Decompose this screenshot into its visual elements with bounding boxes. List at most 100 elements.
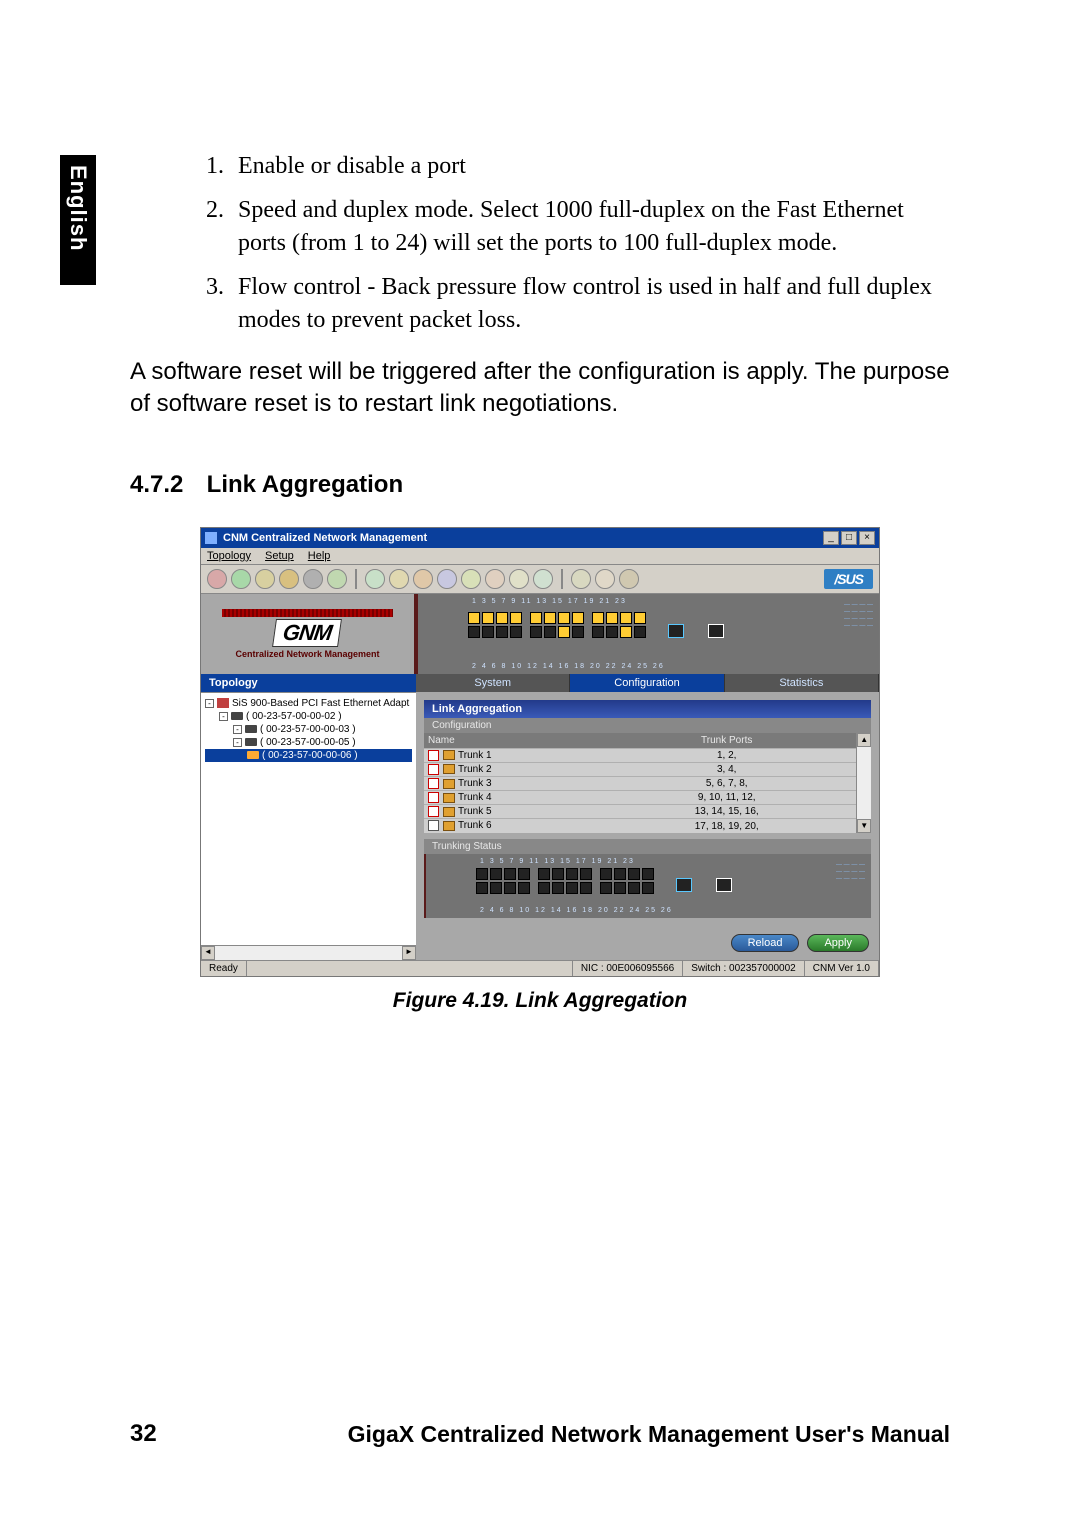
port-icon[interactable] bbox=[468, 612, 480, 624]
port-icon[interactable] bbox=[544, 612, 556, 624]
port-icon[interactable] bbox=[606, 626, 618, 638]
port-icon[interactable] bbox=[510, 626, 522, 638]
port-icon[interactable] bbox=[572, 626, 584, 638]
port-icon[interactable] bbox=[600, 868, 612, 880]
port-icon[interactable] bbox=[544, 626, 556, 638]
port-icon[interactable] bbox=[468, 626, 480, 638]
port-icon[interactable] bbox=[476, 868, 488, 880]
menu-help[interactable]: Help bbox=[308, 550, 331, 562]
toolbar-icon[interactable] bbox=[437, 569, 457, 589]
port-icon[interactable] bbox=[580, 868, 592, 880]
tab-system[interactable]: System bbox=[416, 674, 570, 692]
port-icon[interactable] bbox=[504, 868, 516, 880]
horizontal-scrollbar[interactable]: ◄ ► bbox=[201, 945, 416, 960]
port-icon[interactable] bbox=[538, 868, 550, 880]
port-icon[interactable] bbox=[518, 882, 530, 894]
port-icon[interactable] bbox=[592, 612, 604, 624]
checkbox-icon[interactable] bbox=[428, 820, 439, 831]
port-icon[interactable] bbox=[558, 626, 570, 638]
port-icon[interactable] bbox=[620, 612, 632, 624]
tab-configuration[interactable]: Configuration bbox=[570, 674, 724, 692]
port-icon[interactable] bbox=[600, 882, 612, 894]
tree-root[interactable]: -SiS 900-Based PCI Fast Ethernet Adapt bbox=[205, 697, 412, 710]
port-icon[interactable] bbox=[482, 626, 494, 638]
vertical-scrollbar[interactable]: ▲ ▼ bbox=[856, 733, 871, 833]
port-icon[interactable] bbox=[482, 612, 494, 624]
port-icon[interactable] bbox=[614, 868, 626, 880]
port-icon[interactable] bbox=[628, 882, 640, 894]
checkbox-icon[interactable] bbox=[428, 792, 439, 803]
tree-node[interactable]: -( 00-23-57-00-00-03 ) bbox=[205, 723, 412, 736]
scroll-left-icon[interactable]: ◄ bbox=[201, 946, 215, 960]
titlebar[interactable]: CNM Centralized Network Management _ □ × bbox=[201, 528, 879, 548]
port-icon[interactable] bbox=[634, 612, 646, 624]
port-icon[interactable] bbox=[558, 612, 570, 624]
toolbar-icon[interactable] bbox=[303, 569, 323, 589]
toolbar-icon[interactable] bbox=[279, 569, 299, 589]
toolbar-icon[interactable] bbox=[231, 569, 251, 589]
table-row[interactable]: Trunk 617, 18, 19, 20, bbox=[424, 819, 856, 833]
menu-setup[interactable]: Setup bbox=[265, 550, 294, 562]
toolbar-icon[interactable] bbox=[595, 569, 615, 589]
toolbar-icon[interactable] bbox=[207, 569, 227, 589]
port-icon[interactable] bbox=[510, 612, 522, 624]
scroll-up-icon[interactable]: ▲ bbox=[857, 733, 871, 747]
port-icon[interactable] bbox=[496, 626, 508, 638]
toolbar-icon[interactable] bbox=[619, 569, 639, 589]
port-icon[interactable] bbox=[552, 868, 564, 880]
port-icon[interactable] bbox=[620, 626, 632, 638]
port-icon[interactable] bbox=[504, 882, 516, 894]
uplink-port-icon[interactable] bbox=[716, 878, 732, 892]
port-icon[interactable] bbox=[518, 868, 530, 880]
port-icon[interactable] bbox=[490, 868, 502, 880]
port-icon[interactable] bbox=[642, 882, 654, 894]
col-ports[interactable]: Trunk Ports bbox=[597, 733, 856, 749]
port-icon[interactable] bbox=[566, 868, 578, 880]
toolbar-icon[interactable] bbox=[327, 569, 347, 589]
menu-topology[interactable]: Topology bbox=[207, 550, 251, 562]
checkbox-icon[interactable] bbox=[428, 764, 439, 775]
port-icon[interactable] bbox=[572, 612, 584, 624]
table-row[interactable]: Trunk 513, 14, 15, 16, bbox=[424, 805, 856, 819]
reload-button[interactable]: Reload bbox=[731, 934, 800, 952]
toolbar-icon[interactable] bbox=[509, 569, 529, 589]
toolbar-icon[interactable] bbox=[571, 569, 591, 589]
checkbox-icon[interactable] bbox=[428, 750, 439, 761]
device-tree[interactable]: -SiS 900-Based PCI Fast Ethernet Adapt -… bbox=[201, 692, 416, 945]
uplink-port-icon[interactable] bbox=[668, 624, 684, 638]
toolbar-icon[interactable] bbox=[389, 569, 409, 589]
table-row[interactable]: Trunk 11, 2, bbox=[424, 748, 856, 762]
port-icon[interactable] bbox=[642, 868, 654, 880]
port-icon[interactable] bbox=[496, 612, 508, 624]
checkbox-icon[interactable] bbox=[428, 778, 439, 789]
toolbar-icon[interactable] bbox=[413, 569, 433, 589]
scroll-down-icon[interactable]: ▼ bbox=[857, 819, 871, 833]
close-button[interactable]: × bbox=[859, 531, 875, 545]
table-row[interactable]: Trunk 23, 4, bbox=[424, 762, 856, 776]
port-icon[interactable] bbox=[566, 882, 578, 894]
toolbar-icon[interactable] bbox=[365, 569, 385, 589]
minimize-button[interactable]: _ bbox=[823, 531, 839, 545]
port-icon[interactable] bbox=[606, 612, 618, 624]
port-icon[interactable] bbox=[476, 882, 488, 894]
port-icon[interactable] bbox=[538, 882, 550, 894]
col-name[interactable]: Name bbox=[424, 733, 597, 749]
port-icon[interactable] bbox=[634, 626, 646, 638]
table-row[interactable]: Trunk 35, 6, 7, 8, bbox=[424, 777, 856, 791]
port-icon[interactable] bbox=[592, 626, 604, 638]
port-icon[interactable] bbox=[614, 882, 626, 894]
toolbar-icon[interactable] bbox=[255, 569, 275, 589]
apply-button[interactable]: Apply bbox=[807, 934, 869, 952]
toolbar-icon[interactable] bbox=[533, 569, 553, 589]
port-icon[interactable] bbox=[552, 882, 564, 894]
toolbar-icon[interactable] bbox=[461, 569, 481, 589]
port-icon[interactable] bbox=[530, 626, 542, 638]
port-icon[interactable] bbox=[490, 882, 502, 894]
port-icon[interactable] bbox=[580, 882, 592, 894]
tree-node-selected[interactable]: ( 00-23-57-00-00-06 ) bbox=[205, 749, 412, 762]
scroll-right-icon[interactable]: ► bbox=[402, 946, 416, 960]
maximize-button[interactable]: □ bbox=[841, 531, 857, 545]
tab-statistics[interactable]: Statistics bbox=[725, 674, 879, 692]
checkbox-icon[interactable] bbox=[428, 806, 439, 817]
uplink-port-icon[interactable] bbox=[708, 624, 724, 638]
